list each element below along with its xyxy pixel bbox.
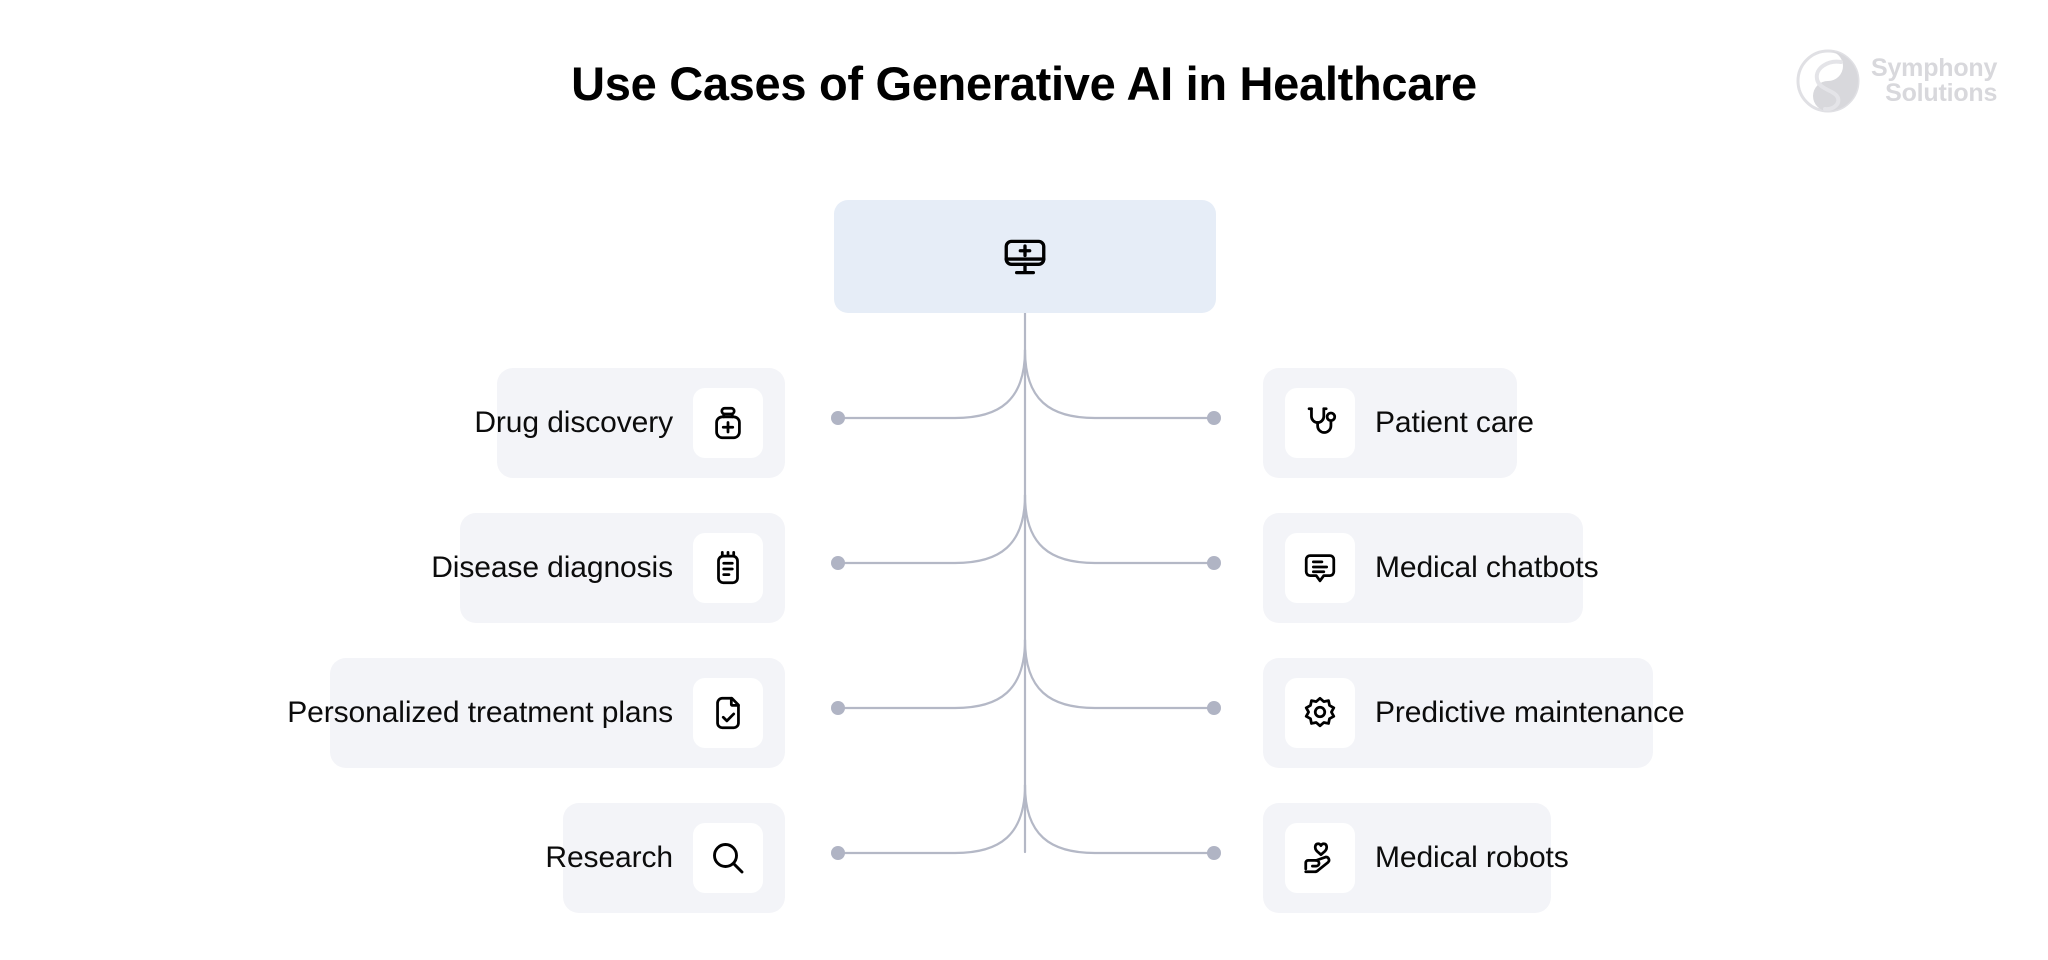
branch-right-2 <box>1023 493 1214 565</box>
connector-dot-left-4 <box>831 846 845 860</box>
branch-left-4 <box>838 783 1027 855</box>
branch-left-1 <box>838 348 1027 420</box>
brand-logo-line2: Solutions <box>1885 79 1998 107</box>
branch-label: Medical robots <box>1375 841 1569 874</box>
medicine-bottle-plus-icon <box>693 388 763 458</box>
brand-logo-line1: Symphony <box>1871 53 1998 82</box>
connector-dot-right-4 <box>1207 846 1221 860</box>
connector-dot-left-1 <box>831 411 845 425</box>
branch-label: Patient care <box>1375 406 1534 439</box>
prescription-pad-icon <box>693 533 763 603</box>
branch-label: Drug discovery <box>474 406 673 439</box>
branch-card-medical-robots[interactable]: Medical robots <box>1263 803 1569 913</box>
connector-dot-left-3 <box>831 701 845 715</box>
branch-label: Personalized treatment plans <box>287 696 673 729</box>
branch-left-3 <box>838 638 1027 710</box>
search-icon <box>693 823 763 893</box>
branch-card-research[interactable]: Research <box>545 803 785 913</box>
branch-right-3 <box>1023 638 1214 710</box>
stethoscope-icon <box>1285 388 1355 458</box>
connector-dot-right-2 <box>1207 556 1221 570</box>
branch-label: Medical chatbots <box>1375 551 1599 584</box>
page-title: Use Cases of Generative AI in Healthcare <box>571 57 1477 110</box>
branch-right-4 <box>1023 783 1214 855</box>
branch-card-personalized-treatment-plans[interactable]: Personalized treatment plans <box>287 658 785 768</box>
hand-heart-icon <box>1285 823 1355 893</box>
branch-card-drug-discovery[interactable]: Drug discovery <box>474 368 785 478</box>
chat-bubble-lines-icon <box>1285 533 1355 603</box>
branch-label: Research <box>545 841 673 874</box>
branch-card-disease-diagnosis[interactable]: Disease diagnosis <box>431 513 785 623</box>
connector-dot-left-2 <box>831 556 845 570</box>
branch-left-2 <box>838 493 1027 565</box>
branch-card-patient-care[interactable]: Patient care <box>1263 368 1534 478</box>
branch-right-1 <box>1023 348 1214 420</box>
branch-card-predictive-maintenance[interactable]: Predictive maintenance <box>1263 658 1685 768</box>
medical-monitor-plus-icon <box>1000 232 1050 282</box>
brand-logo-text: Symphony Solutions <box>1871 53 1998 107</box>
branch-card-medical-chatbots[interactable]: Medical chatbots <box>1263 513 1599 623</box>
gear-icon <box>1285 678 1355 748</box>
symphony-swirl-logo-icon <box>1795 48 1861 114</box>
branch-label: Predictive maintenance <box>1375 696 1685 729</box>
central-node[interactable] <box>834 200 1216 313</box>
connector-lines <box>831 311 1221 860</box>
branch-label: Disease diagnosis <box>431 551 673 584</box>
document-check-icon <box>693 678 763 748</box>
connector-dot-right-3 <box>1207 701 1221 715</box>
brand-logo: Symphony Solutions <box>1795 46 2010 116</box>
connector-dot-right-1 <box>1207 411 1221 425</box>
